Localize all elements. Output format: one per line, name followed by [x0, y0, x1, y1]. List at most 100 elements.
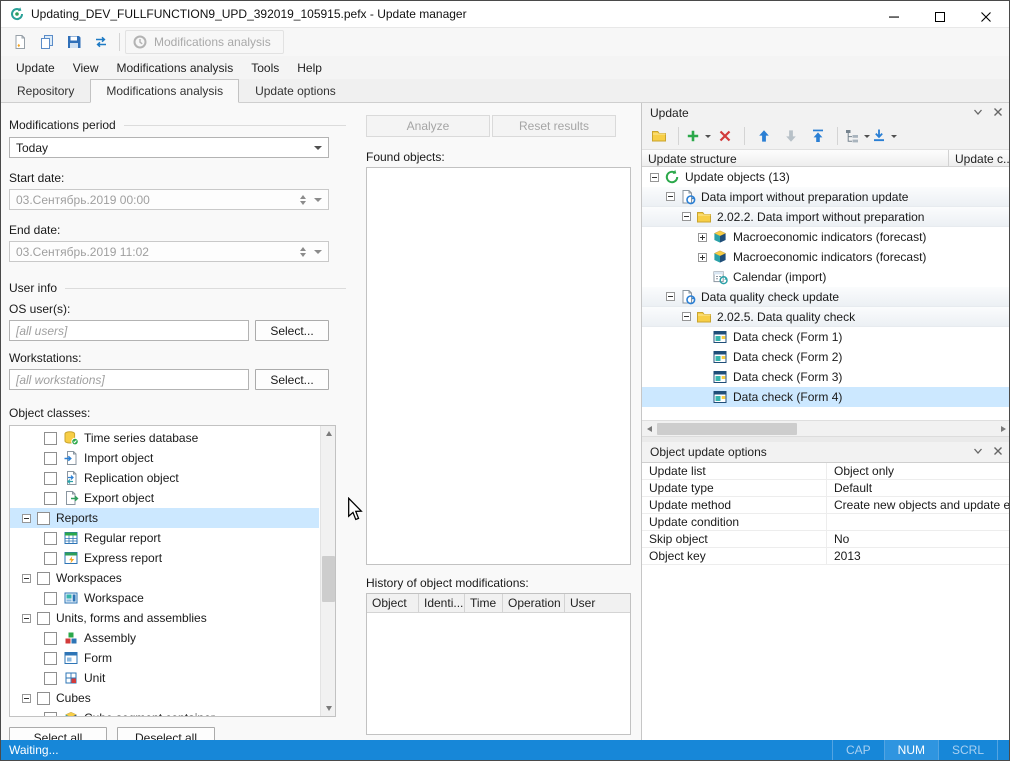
menu-tools[interactable]: Tools: [242, 58, 288, 78]
found-objects-list[interactable]: [366, 167, 631, 565]
history-column-time[interactable]: Time: [465, 594, 503, 612]
object-class-regular-report[interactable]: Regular report: [10, 528, 319, 548]
update-node-data-check-form-3[interactable]: Data check (Form 3): [642, 367, 1010, 387]
column-update-structure[interactable]: Update structure: [642, 150, 949, 166]
close-button[interactable]: [963, 1, 1009, 27]
folder-button[interactable]: [646, 124, 672, 148]
object-class-import-object[interactable]: Import object: [10, 448, 319, 468]
checkbox[interactable]: [44, 432, 57, 445]
pane-menu-icon[interactable]: [973, 446, 985, 458]
os-users-select-button[interactable]: Select...: [255, 320, 329, 341]
collapse-icon[interactable]: [22, 694, 31, 703]
move-up-button[interactable]: [751, 124, 777, 148]
expand-icon[interactable]: [698, 233, 707, 242]
workstations-select-button[interactable]: Select...: [255, 369, 329, 390]
object-class-express-report[interactable]: Express report: [10, 548, 319, 568]
object-class-unit[interactable]: Unit: [10, 668, 319, 688]
close-icon[interactable]: [993, 446, 1005, 458]
save-button[interactable]: [61, 30, 87, 54]
collapse-icon[interactable]: [682, 312, 691, 321]
checkbox[interactable]: [37, 572, 50, 585]
history-column-object[interactable]: Object: [367, 594, 419, 612]
history-column-identi[interactable]: Identi...: [419, 594, 465, 612]
collapse-icon[interactable]: [666, 192, 675, 201]
object-class-units-forms-and-assemblies[interactable]: Units, forms and assemblies: [10, 608, 319, 628]
history-column-operation[interactable]: Operation: [503, 594, 565, 612]
scroll-right-icon[interactable]: [996, 421, 1010, 436]
update-node-data-check-form-2[interactable]: Data check (Form 2): [642, 347, 1010, 367]
checkbox[interactable]: [44, 632, 57, 645]
checkbox[interactable]: [37, 692, 50, 705]
menu-update[interactable]: Update: [7, 58, 64, 78]
update-node-2-02-2-data-import-without-preparation[interactable]: 2.02.2. Data import without preparation: [642, 207, 1010, 227]
object-class-cube-segment-container[interactable]: Cube segment container: [10, 708, 319, 716]
tab-update-options[interactable]: Update options: [239, 79, 352, 102]
checkbox[interactable]: [44, 672, 57, 685]
checkbox[interactable]: [37, 512, 50, 525]
collapse-icon[interactable]: [682, 212, 691, 221]
menu-help[interactable]: Help: [288, 58, 331, 78]
object-class-form[interactable]: Form: [10, 648, 319, 668]
property-value[interactable]: Object only: [827, 463, 1010, 479]
object-class-assembly[interactable]: Assembly: [10, 628, 319, 648]
os-users-input[interactable]: [all users]: [9, 320, 249, 341]
workstations-input[interactable]: [all workstations]: [9, 369, 249, 390]
collapse-icon[interactable]: [22, 574, 31, 583]
object-class-cubes[interactable]: Cubes: [10, 688, 319, 708]
update-tree-hscrollbar[interactable]: [642, 420, 1010, 436]
modifications-period-select[interactable]: Today: [9, 137, 329, 158]
collapse-icon[interactable]: [22, 614, 31, 623]
object-class-replication-object[interactable]: Replication object: [10, 468, 319, 488]
new-document-button[interactable]: [7, 30, 33, 54]
checkbox[interactable]: [44, 592, 57, 605]
collapse-icon[interactable]: [650, 173, 659, 182]
scroll-up-icon[interactable]: [321, 426, 336, 441]
column-update-condition[interactable]: Update c...: [949, 150, 1010, 166]
checkbox[interactable]: [44, 712, 57, 717]
scroll-down-icon[interactable]: [321, 701, 336, 716]
object-class-workspaces[interactable]: Workspaces: [10, 568, 319, 588]
copy-button[interactable]: [34, 30, 60, 54]
update-node-calendar-import[interactable]: Calendar (import): [642, 267, 1010, 287]
property-value[interactable]: Create new objects and update exi...: [827, 497, 1010, 513]
update-node-data-check-form-4[interactable]: Data check (Form 4): [642, 387, 1010, 407]
checkbox[interactable]: [44, 552, 57, 565]
object-class-workspace[interactable]: Workspace: [10, 588, 319, 608]
history-column-user[interactable]: User: [565, 594, 607, 612]
checkbox[interactable]: [44, 472, 57, 485]
update-node-2-02-5-data-quality-check[interactable]: 2.02.5. Data quality check: [642, 307, 1010, 327]
checkbox[interactable]: [37, 612, 50, 625]
pane-menu-icon[interactable]: [973, 107, 985, 119]
scrollbar-thumb[interactable]: [322, 556, 335, 602]
checkbox[interactable]: [44, 652, 57, 665]
property-value[interactable]: No: [827, 531, 1010, 547]
update-node-macroeconomic-indicators-forecast[interactable]: Macroeconomic indicators (forecast): [642, 247, 1010, 267]
menu-modifications-analysis[interactable]: Modifications analysis: [108, 58, 243, 78]
object-class-reports[interactable]: Reports: [10, 508, 319, 528]
tree-view-button[interactable]: [844, 124, 870, 148]
maximize-button[interactable]: [917, 1, 963, 27]
property-value[interactable]: [827, 514, 1010, 530]
collapse-icon[interactable]: [666, 292, 675, 301]
import-update-button[interactable]: [871, 124, 897, 148]
checkbox[interactable]: [44, 492, 57, 505]
property-value[interactable]: Default: [827, 480, 1010, 496]
minimize-button[interactable]: [871, 1, 917, 27]
property-value[interactable]: 2013: [827, 548, 1010, 564]
collapse-icon[interactable]: [22, 514, 31, 523]
object-class-export-object[interactable]: Export object: [10, 488, 319, 508]
sync-button[interactable]: [88, 30, 114, 54]
update-node-data-check-form-1[interactable]: Data check (Form 1): [642, 327, 1010, 347]
checkbox[interactable]: [44, 452, 57, 465]
tab-repository[interactable]: Repository: [1, 79, 90, 102]
menu-view[interactable]: View: [64, 58, 108, 78]
move-to-top-button[interactable]: [805, 124, 831, 148]
checkbox[interactable]: [44, 532, 57, 545]
expand-icon[interactable]: [698, 253, 707, 262]
tab-modifications-analysis[interactable]: Modifications analysis: [90, 79, 239, 103]
delete-button[interactable]: [712, 124, 738, 148]
add-button[interactable]: [685, 124, 711, 148]
scrollbar-thumb[interactable]: [657, 423, 797, 435]
update-node-macroeconomic-indicators-forecast[interactable]: Macroeconomic indicators (forecast): [642, 227, 1010, 247]
object-classes-scrollbar[interactable]: [320, 426, 335, 716]
